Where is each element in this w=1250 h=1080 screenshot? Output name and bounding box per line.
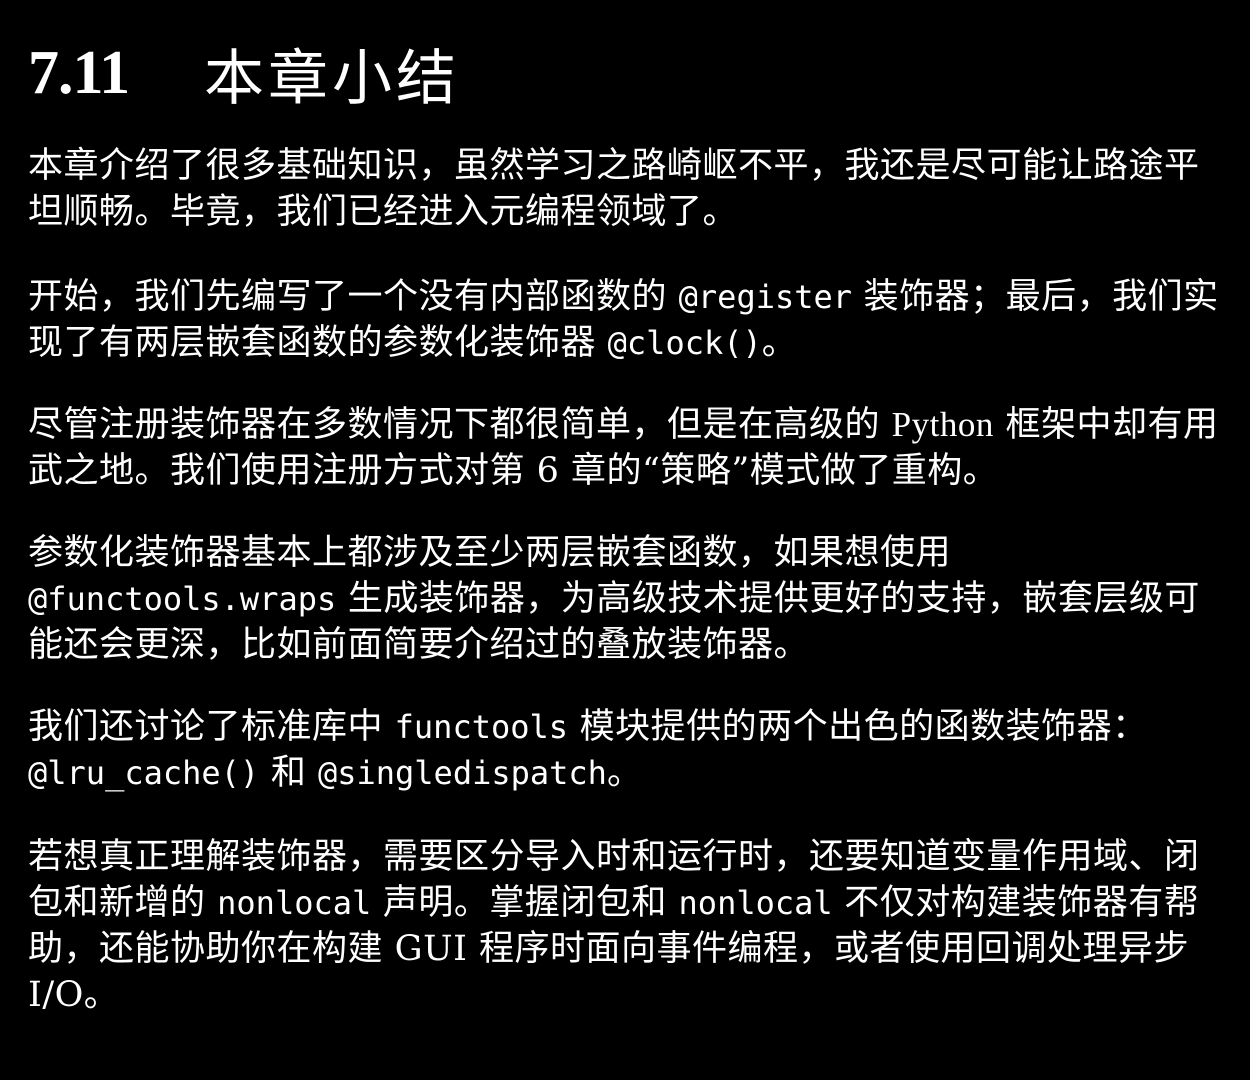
python-word: Python [891, 405, 994, 444]
paragraph-intro: 本章介绍了很多基础知识，虽然学习之路崎岖不平，我还是尽可能让路途平坦顺畅。毕竟，… [28, 143, 1224, 235]
paragraph-registration: 尽管注册装饰器在多数情况下都很简单，但是在高级的 Python 框架中却有用武之… [28, 402, 1224, 494]
section-title: 本章小结 [204, 43, 460, 114]
paragraph-text: 。 [761, 323, 798, 363]
code-register: @register [678, 278, 853, 316]
paragraph-text: 声明。掌握闭包和 [371, 883, 679, 923]
code-clock: @clock() [607, 324, 762, 362]
paragraph-text: 开始，我们先编写了一个没有内部函数的 [28, 277, 679, 317]
paragraph-text: 尽管注册装饰器在多数情况下都很简单，但是在高级的 [28, 405, 892, 445]
page: 7.11 本章小结 本章介绍了很多基础知识，虽然学习之路崎岖不平，我还是尽可能让… [0, 0, 1250, 1080]
paragraph-functools: 我们还讨论了标准库中 functools 模块提供的两个出色的函数装饰器： @lr… [28, 704, 1224, 796]
paragraph-parameterized: 参数化装饰器基本上都涉及至少两层嵌套函数，如果想使用 @functools.wra… [28, 530, 1224, 668]
code-nonlocal: nonlocal [217, 884, 372, 922]
code-singledispatch: @singledispatch [317, 754, 607, 792]
section-heading: 7.11 本章小结 [28, 38, 460, 114]
paragraph-text: 。 [606, 753, 643, 793]
code-nonlocal: nonlocal [678, 884, 833, 922]
paragraph-text: 本章介绍了很多基础知识，虽然学习之路崎岖不平，我还是尽可能让路途平坦顺畅。毕竟，… [28, 146, 1200, 232]
code-functools: functools [394, 708, 569, 746]
paragraph-text: 我们还讨论了标准库中 [28, 707, 395, 747]
paragraph-closures: 若想真正理解装饰器，需要区分导入时和运行时，还要知道变量作用域、闭包和新增的 n… [28, 834, 1224, 1018]
paragraph-text: 模块提供的两个出色的函数装饰器： [568, 707, 1148, 747]
code-functools-wraps: @functools.wraps [28, 580, 337, 618]
section-number: 7.11 [28, 38, 130, 107]
code-lru-cache: @lru_cache() [28, 754, 260, 792]
paragraph-register-clock: 开始，我们先编写了一个没有内部函数的 @register 装饰器；最后，我们实现… [28, 274, 1224, 366]
paragraph-text: 参数化装饰器基本上都涉及至少两层嵌套函数，如果想使用 [28, 533, 952, 573]
paragraph-text: 和 [259, 753, 318, 793]
